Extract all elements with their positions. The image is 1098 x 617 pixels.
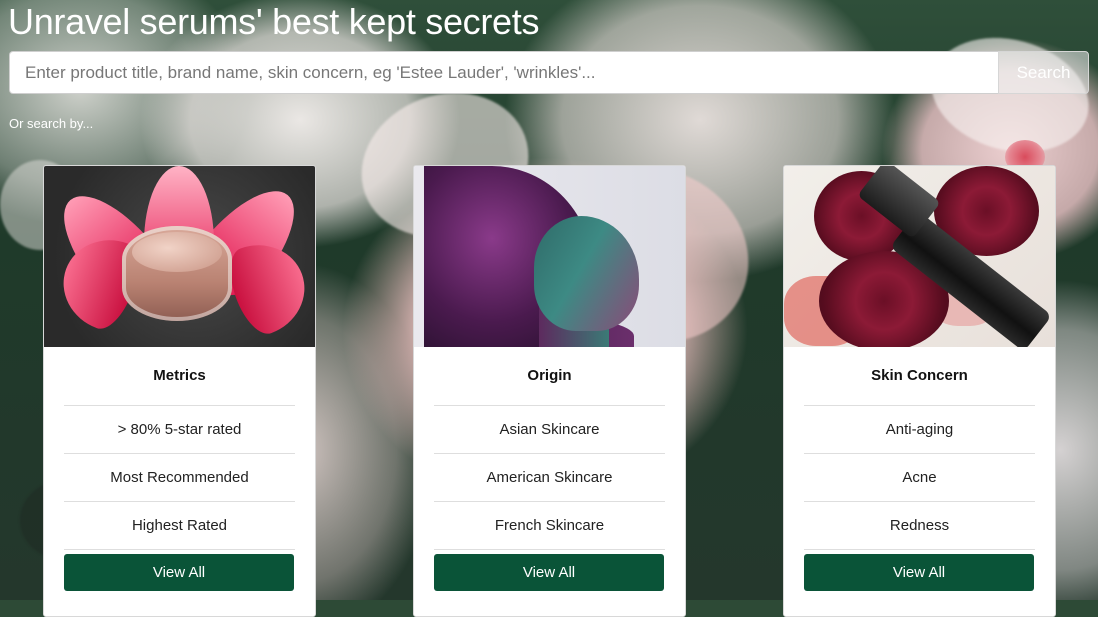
card-link-list: > 80% 5-star rated Most Recommended High… bbox=[64, 405, 295, 550]
card-link-item[interactable]: French Skincare bbox=[434, 502, 665, 550]
search-input[interactable] bbox=[9, 51, 998, 94]
card-title: Skin Concern bbox=[871, 367, 968, 384]
card-origin: Origin Asian Skincare American Skincare … bbox=[413, 165, 686, 617]
search-bar: Search bbox=[9, 51, 1089, 94]
card-image-portrait bbox=[414, 166, 685, 347]
view-all-button[interactable]: View All bbox=[64, 554, 294, 591]
search-button[interactable]: Search bbox=[998, 51, 1089, 94]
card-image-dried-roses bbox=[784, 166, 1055, 347]
card-metrics: Metrics > 80% 5-star rated Most Recommen… bbox=[43, 165, 316, 617]
card-link-item[interactable]: Asian Skincare bbox=[434, 406, 665, 454]
page-title: Unravel serums' best kept secrets bbox=[8, 1, 540, 42]
card-skin-concern: Skin Concern Anti-aging Acne Redness Vie… bbox=[783, 165, 1056, 617]
card-link-item[interactable]: American Skincare bbox=[434, 454, 665, 502]
card-link-item[interactable]: Most Recommended bbox=[64, 454, 295, 502]
card-link-item[interactable]: Acne bbox=[804, 454, 1035, 502]
view-all-button[interactable]: View All bbox=[804, 554, 1034, 591]
card-link-list: Anti-aging Acne Redness bbox=[804, 405, 1035, 550]
card-title: Metrics bbox=[153, 367, 206, 384]
card-link-item[interactable]: Highest Rated bbox=[64, 502, 295, 550]
card-title: Origin bbox=[527, 367, 572, 384]
card-link-item[interactable]: Anti-aging bbox=[804, 406, 1035, 454]
or-search-by-label: Or search by... bbox=[9, 116, 94, 131]
card-image-cream-jar bbox=[44, 166, 315, 347]
card-link-item[interactable]: > 80% 5-star rated bbox=[64, 406, 295, 454]
card-link-list: Asian Skincare American Skincare French … bbox=[434, 405, 665, 550]
card-link-item[interactable]: Redness bbox=[804, 502, 1035, 550]
view-all-button[interactable]: View All bbox=[434, 554, 664, 591]
